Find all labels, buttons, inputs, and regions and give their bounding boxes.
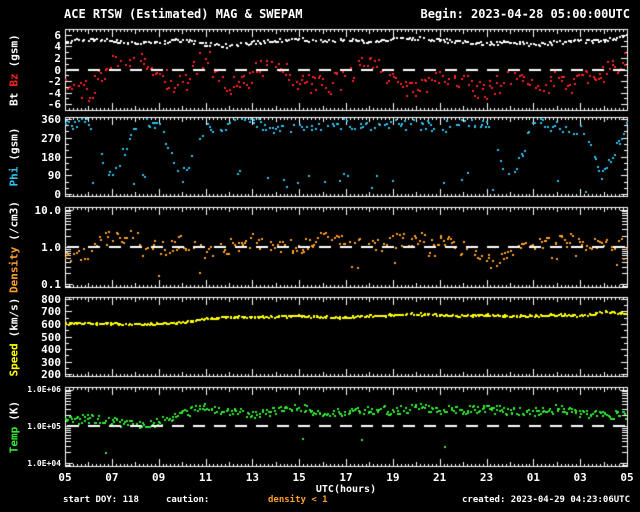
x-tick-label: 17 [339, 471, 353, 484]
axis-label-part: Density [7, 246, 21, 294]
start-doy-label: start DOY: 118 [63, 495, 139, 505]
axis-label-part: (gsm) [7, 127, 21, 161]
y-axis-title: Speed (km/s) [8, 294, 21, 379]
y-tick-label: 1.0E+04 [27, 458, 61, 468]
x-tick-label: 11 [198, 471, 213, 484]
axis-label-part: Bt [7, 92, 21, 106]
x-tick-label: 01 [526, 471, 540, 484]
plot-title: ACE RTSW (Estimated) MAG & SWEPAM [64, 7, 303, 21]
created-timestamp: created: 2023-04-29 04:23:06UTC [462, 495, 630, 505]
axis-label-part: (km/s) [7, 297, 21, 337]
x-tick-label: 03 [573, 471, 587, 484]
axis-label-part: (gsm) [7, 33, 21, 67]
plot-canvas [0, 0, 640, 512]
x-tick-label: 19 [386, 471, 400, 484]
y-axis-title: Bt Bz (gsm) [8, 31, 21, 109]
x-tick-label: 21 [433, 471, 447, 484]
begin-timestamp: Begin: 2023-04-28 05:00:00UTC [420, 7, 630, 21]
caution-label: caution: [166, 495, 210, 505]
axis-label-part: Temp [7, 426, 21, 453]
x-tick-label: 09 [152, 471, 166, 484]
y-axis-title: Temp (K) [8, 397, 21, 455]
axis-label-part: Phi [7, 166, 21, 186]
ace-rtsw-plot: ACE RTSW (Estimated) MAG & SWEPAM Begin:… [0, 0, 640, 512]
axis-label-part: Speed [7, 342, 21, 376]
x-axis-title: UTC(hours) [315, 484, 377, 495]
x-tick-label: 13 [245, 471, 259, 484]
y-tick-label: 1.0E+06 [27, 385, 61, 395]
caution-value: density < 1 [268, 495, 328, 505]
y-axis-title: Density (/cm3) [8, 198, 21, 296]
axis-label-part: (K) [7, 400, 21, 421]
x-tick-label: 15 [292, 471, 306, 484]
axis-label-part: (/cm3) [7, 200, 21, 241]
x-tick-label: 07 [105, 471, 119, 484]
y-axis-title: Phi (gsm) [8, 124, 21, 189]
axis-label-part: Bz [7, 72, 21, 87]
x-tick-label: 23 [479, 471, 494, 484]
x-tick-label: 05 [58, 471, 72, 484]
x-tick-label: 05 [620, 471, 634, 484]
